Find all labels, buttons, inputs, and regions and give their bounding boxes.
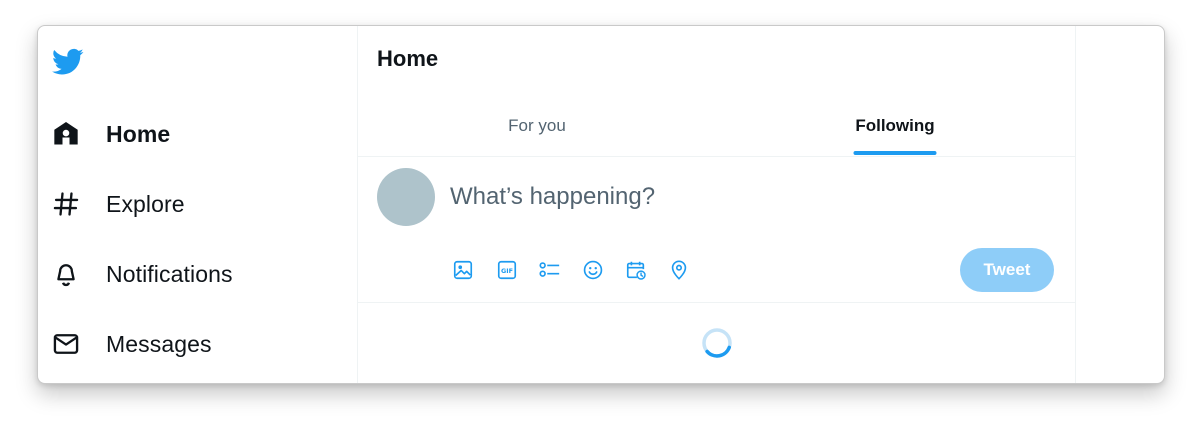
sidebar-item-label: Home — [106, 120, 171, 147]
envelope-icon — [52, 330, 80, 358]
page-title: Home — [377, 46, 439, 71]
poll-icon[interactable] — [537, 257, 563, 283]
loading-spinner — [701, 327, 733, 359]
compose-input[interactable] — [446, 180, 1014, 214]
gif-icon[interactable]: GIF — [494, 257, 520, 283]
emoji-icon[interactable] — [580, 257, 606, 283]
timeline-tabs: For you Following — [358, 100, 1075, 157]
schedule-icon[interactable] — [623, 257, 649, 283]
bell-icon — [52, 260, 80, 288]
sidebar-item-explore[interactable]: Explore — [52, 184, 185, 224]
app-window: Home Explore Notifications Messages Home… — [37, 25, 1165, 384]
main-column: Home For you Following What’s happening?… — [358, 26, 1076, 383]
tab-selected-indicator — [853, 151, 937, 155]
hashtag-icon — [52, 190, 80, 218]
location-icon[interactable] — [666, 257, 692, 283]
tab-following[interactable]: Following — [716, 100, 1074, 156]
image-icon[interactable] — [450, 257, 476, 283]
sidebar-item-label: Messages — [106, 330, 212, 357]
tweet-composer: GIF — [358, 157, 1075, 303]
tweet-button[interactable]: Tweet — [960, 248, 1054, 292]
svg-text:GIF: GIF — [501, 267, 513, 275]
avatar[interactable] — [377, 168, 435, 226]
tab-for-you[interactable]: For you — [358, 100, 716, 156]
tab-label: Following — [855, 116, 935, 135]
sidebar-item-home[interactable]: Home — [52, 114, 170, 154]
twitter-bird-icon[interactable] — [52, 48, 84, 76]
sidebar-item-messages[interactable]: Messages — [52, 324, 212, 364]
sidebar-item-label: Notifications — [106, 260, 233, 287]
sidebar-item-label: Explore — [106, 190, 185, 217]
home-icon — [52, 120, 80, 148]
sidebar-item-notifications[interactable]: Notifications — [52, 254, 233, 294]
sidebar: Home Explore Notifications Messages — [38, 26, 358, 383]
tab-label: For you — [508, 116, 566, 135]
